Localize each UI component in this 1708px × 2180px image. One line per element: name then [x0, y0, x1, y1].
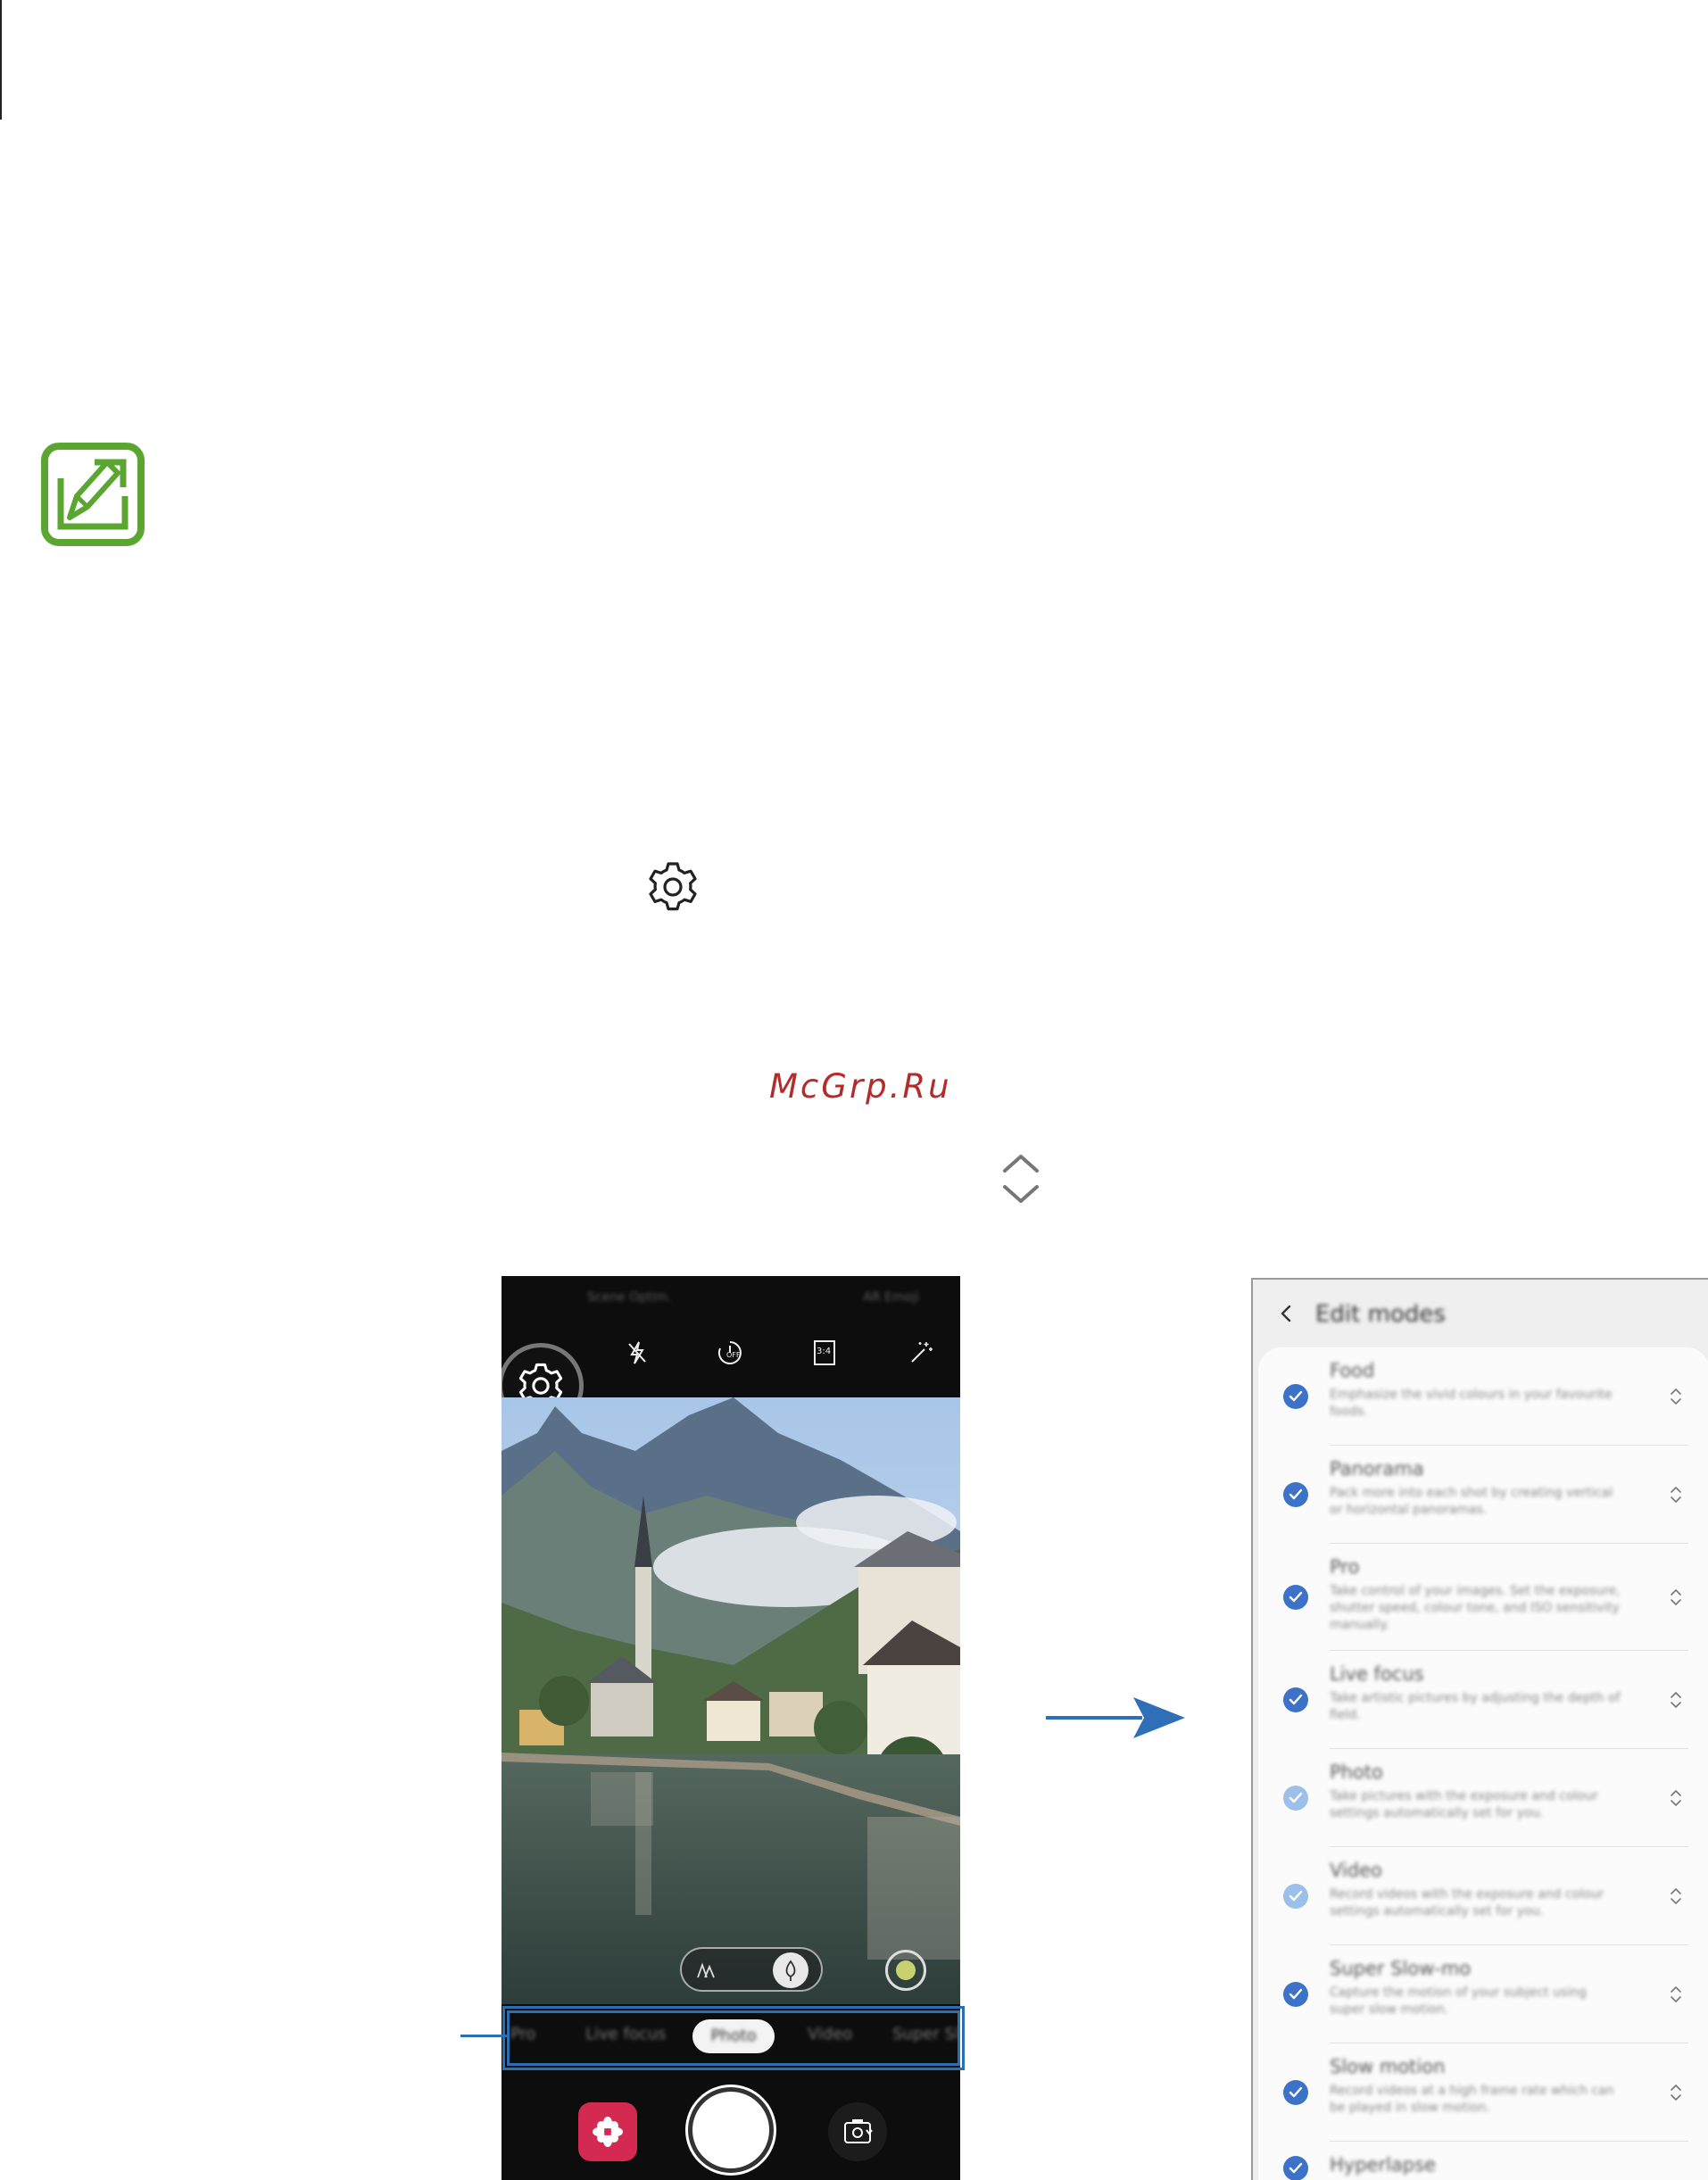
reorder-handle-icon[interactable] — [1669, 1485, 1683, 1504]
effects-knob — [773, 1952, 808, 1988]
mode-list: Food Emphasize the vivid colours in your … — [1258, 1347, 1708, 2180]
switch-camera-button[interactable] — [828, 2102, 887, 2161]
effects-toggle[interactable] — [680, 1947, 823, 1992]
reorder-handle-icon[interactable] — [1669, 1587, 1683, 1607]
filters-wand-icon[interactable] — [905, 1337, 937, 1369]
mode-row-description: Emphasize the vivid colours in your favo… — [1330, 1388, 1613, 1419]
mode-row-description: Pack more into each shot by creating ver… — [1330, 1486, 1613, 1517]
note-icon — [41, 443, 145, 546]
mode-row[interactable]: Food Emphasize the vivid colours in your … — [1258, 1347, 1708, 1446]
mode-row[interactable]: Pro Take control of your images. Set the … — [1258, 1544, 1708, 1651]
mode-row[interactable]: Super Slow-mo Capture the motion of your … — [1258, 1945, 1708, 2043]
switch-camera-icon — [844, 2119, 873, 2143]
mode-checkbox[interactable] — [1283, 2156, 1308, 2180]
mode-checkbox[interactable] — [1283, 1687, 1308, 1712]
mode-checkbox[interactable] — [1283, 1884, 1308, 1909]
scene-icon — [697, 1962, 715, 1978]
checkmark-icon — [1289, 1390, 1303, 1402]
mode-row-title: Food — [1330, 1360, 1375, 1381]
reorder-handle-icon[interactable] — [1669, 2083, 1683, 2102]
mode-row-title: Pro — [1330, 1556, 1360, 1578]
gallery-button[interactable] — [578, 2102, 637, 2161]
mode-row-description: Record videos with the exposure and colo… — [1330, 1887, 1604, 1919]
mode-row[interactable]: Video Record videos with the exposure and… — [1258, 1847, 1708, 1945]
mode-row-description: Take artistic pictures by adjusting the … — [1330, 1691, 1621, 1722]
drop-icon — [785, 1960, 796, 1981]
reorder-icon — [1003, 1155, 1039, 1203]
mode-row-title: Slow motion — [1330, 2056, 1446, 2077]
mode-checkbox[interactable] — [1283, 2080, 1308, 2105]
mode-row[interactable]: Slow motion Record videos at a high frame… — [1258, 2043, 1708, 2142]
right-arrow-icon — [1046, 1697, 1185, 1738]
reorder-handle-icon[interactable] — [1669, 1886, 1683, 1906]
reorder-handle-icon[interactable] — [1669, 1985, 1683, 2004]
checkmark-icon — [1289, 1792, 1303, 1803]
mode-row-description: Take control of your images. Set the exp… — [1330, 1584, 1621, 1632]
aspect-ratio-button[interactable]: 3:4 — [808, 1337, 841, 1369]
mode-row-title: Hyperlapse — [1330, 2154, 1436, 2176]
timer-off-label: OFF — [726, 1351, 741, 1359]
flash-off-icon[interactable] — [621, 1337, 653, 1369]
ar-emoji-label: AR Emoji — [863, 1290, 919, 1305]
edit-modes-title: Edit modes — [1315, 1301, 1446, 1328]
page-edge-rule — [0, 0, 2, 120]
mode-row-title: Live focus — [1330, 1663, 1424, 1685]
mode-checkbox[interactable] — [1283, 1786, 1308, 1811]
shutter-button[interactable] — [688, 2087, 774, 2173]
checkmark-icon — [1289, 1694, 1303, 1705]
checkmark-icon — [1289, 1591, 1303, 1603]
settings-gear-icon — [649, 862, 697, 911]
mode-checkbox[interactable] — [1283, 1482, 1308, 1507]
mode-row-description: Take pictures with the exposure and colo… — [1330, 1789, 1598, 1820]
camera-bottom-bar — [502, 2069, 960, 2180]
mode-checkbox[interactable] — [1283, 1384, 1308, 1409]
mode-row[interactable]: Hyperlapse — [1258, 2142, 1708, 2180]
scene-optimizer-label: Scene Optim. — [587, 1290, 672, 1305]
back-arrow-icon[interactable] — [1276, 1303, 1298, 1324]
edit-modes-screen: Edit modes Food Emphasize the vivid colou… — [1251, 1278, 1708, 2180]
lens-switch-button[interactable] — [885, 1950, 926, 1991]
checkmark-icon — [1289, 1488, 1303, 1500]
mode-row-title: Photo — [1330, 1761, 1383, 1783]
mode-row-description: Capture the motion of your subject using… — [1330, 1985, 1587, 2017]
mode-row-title: Panorama — [1330, 1458, 1424, 1480]
callout-leader-line — [460, 2035, 507, 2037]
mode-list-callout-inner — [507, 2010, 960, 2066]
watermark-text: McGrp.Ru — [769, 1067, 952, 1106]
checkmark-icon — [1289, 2086, 1303, 2098]
reorder-handle-icon[interactable] — [1669, 1788, 1683, 1808]
mode-row[interactable]: Panorama Pack more into each shot by crea… — [1258, 1446, 1708, 1544]
mode-row[interactable]: Live focus Take artistic pictures by adju… — [1258, 1651, 1708, 1749]
gallery-flower-icon — [593, 2117, 623, 2147]
mode-row-title: Video — [1330, 1860, 1382, 1881]
mode-checkbox[interactable] — [1283, 1585, 1308, 1610]
checkmark-icon — [1289, 1890, 1303, 1902]
checkmark-icon — [1289, 2162, 1303, 2174]
edit-modes-header: Edit modes — [1253, 1280, 1708, 1351]
mode-row[interactable]: Photo Take pictures with the exposure and… — [1258, 1749, 1708, 1847]
lens-indicator — [896, 1960, 916, 1980]
mode-row-title: Super Slow-mo — [1330, 1958, 1472, 1979]
mode-checkbox[interactable] — [1283, 1982, 1308, 2007]
checkmark-icon — [1289, 1988, 1303, 2000]
mode-row-description: Record videos at a high frame rate which… — [1330, 2084, 1614, 2115]
camera-top-toolbar: OFF 3:4 — [502, 1312, 960, 1429]
aspect-ratio-label: 3:4 — [817, 1347, 832, 1356]
timer-button[interactable]: OFF — [714, 1337, 746, 1369]
viewfinder-image[interactable] — [502, 1397, 960, 2004]
camera-status-row: Scene Optim. AR Emoji — [502, 1290, 960, 1312]
reorder-handle-icon[interactable] — [1669, 1387, 1683, 1406]
reorder-handle-icon[interactable] — [1669, 1690, 1683, 1710]
